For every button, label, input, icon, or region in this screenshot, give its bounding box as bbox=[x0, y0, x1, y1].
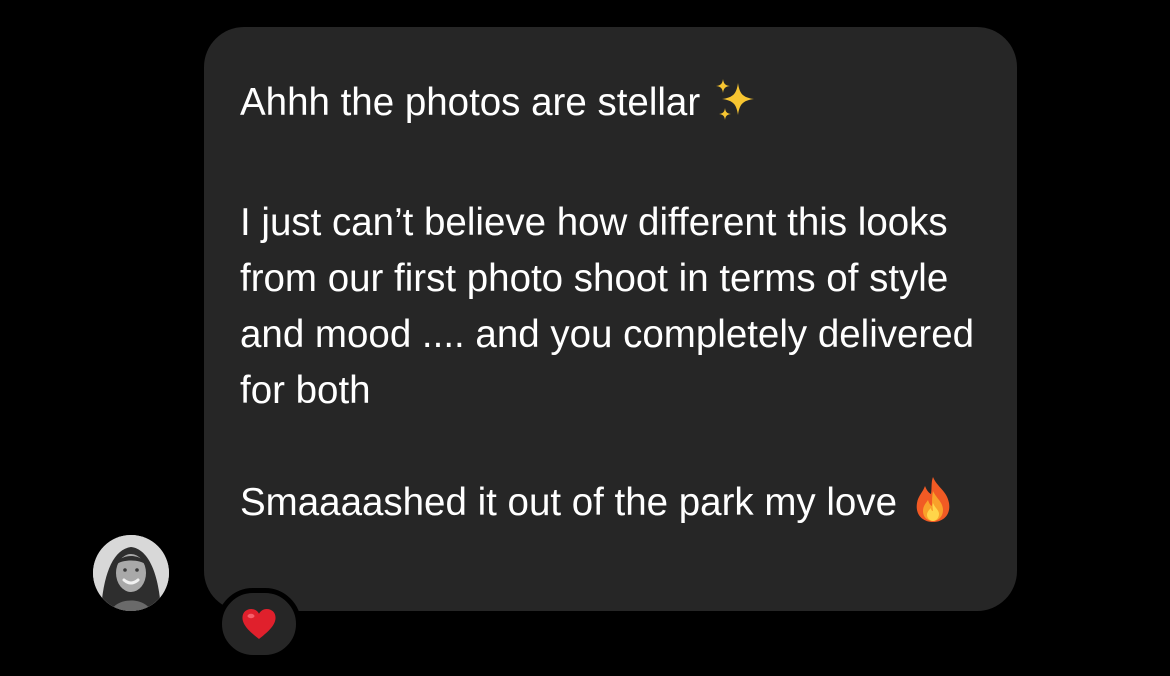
message-text: I just can’t believe how different this … bbox=[240, 201, 985, 412]
reaction-badge[interactable] bbox=[217, 588, 301, 660]
message-paragraph: Smaaaashed it out of the park my love bbox=[240, 475, 987, 539]
message-paragraph: Ahhh the photos are stellar bbox=[240, 75, 987, 139]
user-avatar-photo-icon bbox=[93, 535, 169, 611]
message-paragraph: I just can’t believe how different this … bbox=[240, 195, 987, 419]
sparkles-emoji-icon bbox=[714, 79, 758, 139]
message-text: Ahhh the photos are stellar bbox=[240, 81, 701, 124]
red-heart-emoji-icon bbox=[242, 608, 276, 639]
message-thread: Ahhh the photos are stellar I just can’t… bbox=[0, 0, 1170, 676]
message-bubble[interactable]: Ahhh the photos are stellar I just can’t… bbox=[204, 27, 1017, 611]
fire-emoji-icon bbox=[911, 475, 955, 539]
sender-avatar[interactable] bbox=[93, 535, 169, 611]
message-text: Smaaaashed it out of the park my love bbox=[240, 481, 898, 524]
